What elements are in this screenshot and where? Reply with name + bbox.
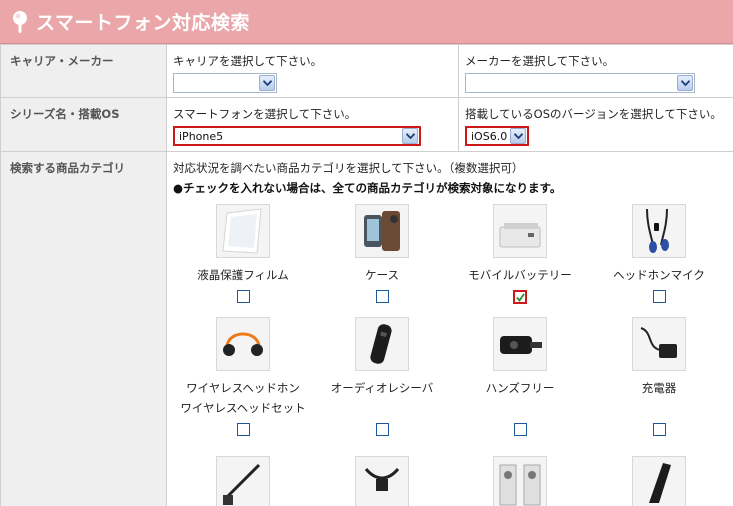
checkmark-icon bbox=[515, 292, 525, 302]
category-instruction: 対応状況を調べたい商品カテゴリを選択して下さい。（複数選択可） bbox=[173, 161, 524, 175]
category-note: ●チェックを入れない場合は、全ての商品カテゴリが検索対象になります。 bbox=[173, 181, 562, 195]
category-checkbox[interactable] bbox=[652, 290, 666, 303]
category-item-label: モバイルバッテリー bbox=[468, 268, 572, 282]
phone-select[interactable]: iPhone5 bbox=[173, 126, 421, 146]
chevron-down-icon[interactable] bbox=[402, 128, 418, 144]
phone-case-image bbox=[355, 204, 409, 258]
category-item-label: ハンズフリー bbox=[485, 381, 555, 395]
phone-prompt: スマートフォンを選択して下さい。 bbox=[173, 107, 357, 121]
carrier-prompt: キャリアを選択して下さい。 bbox=[173, 54, 323, 68]
category-item: ケース bbox=[312, 204, 452, 303]
usb-cable-image bbox=[216, 456, 270, 506]
category-item bbox=[173, 456, 313, 506]
carrier-select[interactable] bbox=[173, 73, 277, 93]
category-item: 液晶保護フィルム bbox=[173, 204, 313, 303]
phone-stand-image bbox=[632, 456, 686, 506]
category-item-label: ワイヤレスヘッドホン bbox=[186, 381, 300, 395]
maker-prompt: メーカーを選択して下さい。 bbox=[465, 54, 615, 68]
page-title: スマートフォン対応検索 bbox=[36, 12, 250, 34]
category-item-label: 充電器 bbox=[641, 381, 677, 395]
mobile-battery-image bbox=[493, 204, 547, 258]
screen-film-image bbox=[216, 204, 270, 258]
search-magnifier-icon bbox=[10, 9, 32, 35]
handsfree-image bbox=[493, 317, 547, 371]
category-item bbox=[450, 456, 590, 506]
category-item: ハンズフリー bbox=[450, 317, 590, 436]
search-page: スマートフォン対応検索 キャリア・メーカー キャリアを選択して下さい。 メーカー… bbox=[0, 0, 733, 506]
category-item bbox=[312, 456, 452, 506]
series-os-label: シリーズ名・搭載OS bbox=[0, 97, 167, 152]
category-checkbox[interactable] bbox=[375, 423, 389, 436]
carrier-maker-label: キャリア・メーカー bbox=[0, 44, 167, 98]
category-item-label: ケース bbox=[365, 268, 399, 282]
category-item-label: ヘッドホンマイク bbox=[613, 268, 705, 282]
maker-select[interactable] bbox=[465, 73, 695, 93]
category-item: オーディオレシーバ bbox=[312, 317, 452, 436]
speaker-image bbox=[493, 456, 547, 506]
category-item: ワイヤレスヘッドホン ワイヤレスヘッドセット bbox=[173, 317, 313, 436]
chevron-down-icon[interactable] bbox=[510, 128, 526, 144]
category-checkbox[interactable] bbox=[375, 290, 389, 303]
category-item-label: オーディオレシーバ bbox=[330, 381, 434, 395]
headphone-mic-image bbox=[632, 204, 686, 258]
category-checkbox[interactable] bbox=[513, 423, 527, 436]
os-select-value: iOS6.0 bbox=[471, 129, 508, 143]
category-row: 検索する商品カテゴリ 対応状況を調べたい商品カテゴリを選択して下さい。（複数選択… bbox=[0, 151, 733, 506]
os-prompt: 搭載しているOSのバージョンを選択して下さい。 bbox=[465, 107, 722, 121]
category-label: 検索する商品カテゴリ bbox=[0, 151, 167, 506]
category-item bbox=[589, 456, 729, 506]
category-item-label: 液晶保護フィルム bbox=[197, 268, 289, 282]
series-os-row: シリーズ名・搭載OS スマートフォンを選択して下さい。 iPhone5 搭載して… bbox=[0, 97, 733, 152]
phone-select-value: iPhone5 bbox=[179, 129, 224, 143]
category-item: 充電器 bbox=[589, 317, 729, 436]
category-checkbox[interactable] bbox=[236, 290, 250, 303]
page-header: スマートフォン対応検索 bbox=[0, 0, 733, 44]
splitter-cable-image bbox=[355, 456, 409, 506]
category-item-label-line2: ワイヤレスヘッドセット bbox=[180, 401, 306, 415]
search-form: キャリア・メーカー キャリアを選択して下さい。 メーカーを選択して下さい。 シリ… bbox=[0, 44, 733, 506]
chevron-down-icon[interactable] bbox=[677, 75, 693, 91]
category-checkbox[interactable] bbox=[236, 423, 250, 436]
wireless-headphone-image bbox=[216, 317, 270, 371]
os-select[interactable]: iOS6.0 bbox=[465, 126, 529, 146]
category-checkbox-checked[interactable] bbox=[513, 290, 527, 304]
category-item: ヘッドホンマイク bbox=[589, 204, 729, 303]
audio-receiver-image bbox=[355, 317, 409, 371]
chevron-down-icon[interactable] bbox=[259, 75, 275, 91]
category-grid: 液晶保護フィルム ケース モバイルバッテリー ヘッドホンマイク ワイヤレスヘッド… bbox=[173, 204, 733, 506]
category-item: モバイルバッテリー bbox=[450, 204, 590, 304]
charger-image bbox=[632, 317, 686, 371]
carrier-maker-row: キャリア・メーカー キャリアを選択して下さい。 メーカーを選択して下さい。 bbox=[0, 44, 733, 98]
category-checkbox[interactable] bbox=[652, 423, 666, 436]
